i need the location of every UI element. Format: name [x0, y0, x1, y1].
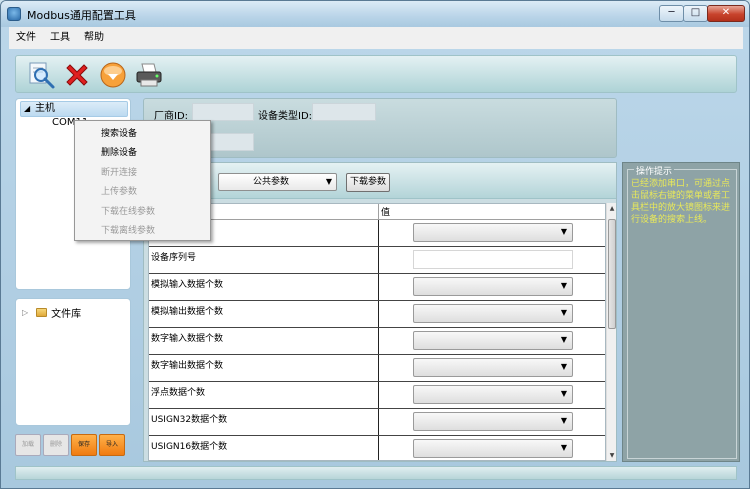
row-label: 模拟输入数据个数: [151, 280, 224, 290]
ctx-download-online-params: 下载在线参数: [101, 207, 156, 217]
row-label: USIGN16数据个数: [151, 442, 228, 452]
ctx-disconnect: 断开连接: [101, 168, 138, 178]
table-row: ▼: [149, 220, 605, 247]
hint-title: 操作提示: [634, 164, 675, 177]
ctx-delete-device[interactable]: 删除设备: [101, 145, 137, 158]
parameter-group-value: 公共参数: [253, 177, 290, 187]
device-info-panel: 厂商ID: 设备类型ID:: [143, 98, 617, 158]
printer-icon: [136, 63, 162, 87]
chevron-down-icon: ▼: [560, 443, 567, 452]
value-select[interactable]: ▼: [413, 277, 573, 296]
expand-arrow-icon[interactable]: ◢: [24, 102, 30, 116]
device-type-id-field: [312, 103, 376, 121]
scroll-down-icon[interactable]: ▼: [607, 452, 617, 459]
ctx-download-offline-params: 下载离线参数: [101, 226, 156, 236]
table-row: USIGN16数据个数 ▼: [149, 436, 605, 460]
parameter-group-select[interactable]: 公共参数 ▼: [218, 173, 337, 191]
table-row: 浮点数据个数 ▼: [149, 382, 605, 409]
title-bar: Modbus通用配置工具 ─ □ ✕: [1, 1, 749, 27]
chevron-down-icon: ▼: [560, 308, 567, 317]
chevron-down-icon: ▼: [560, 362, 567, 371]
menu-help[interactable]: 帮助: [77, 27, 111, 49]
chevron-down-icon: ▼: [560, 335, 567, 344]
tree-node-host-label: 主机: [35, 103, 55, 114]
value-select[interactable]: ▼: [413, 358, 573, 377]
parameter-grid: 值 ▼ 设备序列号 模拟输入数据个数 ▼ 模拟输出数据个数 ▼ 数字输入数据个数: [148, 203, 606, 461]
scrollbar-thumb[interactable]: [608, 219, 616, 329]
status-bar: [15, 466, 737, 480]
device-type-id-label: 设备类型ID:: [258, 111, 313, 122]
table-row: USIGN32数据个数 ▼: [149, 409, 605, 436]
row-label: 模拟输出数据个数: [151, 307, 224, 317]
table-row: 数字输入数据个数 ▼: [149, 328, 605, 355]
search-device-button[interactable]: [26, 60, 56, 90]
value-select[interactable]: ▼: [413, 412, 573, 431]
operation-hint-panel: 操作提示 已经添加串口，可通过点击鼠标右键的菜单或者工具栏中的放大镜图标来进行设…: [622, 162, 740, 462]
chevron-down-icon: ▼: [560, 416, 567, 425]
app-icon: [7, 7, 21, 21]
import-button[interactable]: 导入: [99, 434, 125, 456]
value-select[interactable]: ▼: [413, 331, 573, 350]
remove-button[interactable]: 删除: [43, 434, 69, 456]
vendor-id-field: [192, 103, 254, 121]
download-params-button[interactable]: 下载参数: [346, 173, 390, 192]
tree-node-library[interactable]: ▷ 文件库: [22, 305, 81, 320]
value-column-header: 值: [381, 208, 391, 218]
scroll-up-icon[interactable]: ▲: [607, 205, 617, 212]
row-label: USIGN32数据个数: [151, 415, 228, 425]
row-label: 设备序列号: [151, 253, 197, 263]
table-row: 设备序列号: [149, 247, 605, 274]
hint-text: 已经添加串口，可通过点击鼠标右键的菜单或者工具栏中的放大镜图标来进行设备的搜索上…: [631, 179, 731, 225]
delete-device-button[interactable]: [62, 60, 92, 90]
expand-arrow-icon[interactable]: ▷: [22, 308, 28, 317]
search-icon: [29, 62, 55, 89]
serial-number-input[interactable]: [413, 250, 573, 269]
save-button[interactable]: 保存: [71, 434, 97, 456]
app-window: Modbus通用配置工具 ─ □ ✕ 文件 工具 帮助 ◢ 主机 COM11 ▷…: [0, 0, 750, 489]
value-select[interactable]: ▼: [413, 223, 573, 242]
file-library-tree: ▷ 文件库: [15, 298, 131, 426]
upload-icon: [100, 62, 126, 88]
upload-button[interactable]: [98, 60, 128, 90]
ctx-search-device[interactable]: 搜索设备: [101, 126, 137, 139]
value-select[interactable]: ▼: [413, 439, 573, 458]
row-label: 数字输入数据个数: [151, 334, 224, 344]
ctx-upload-params: 上传参数: [101, 187, 138, 197]
maximize-button[interactable]: □: [683, 5, 708, 22]
tree-node-host[interactable]: ◢ 主机: [20, 101, 128, 117]
table-row: 模拟输入数据个数 ▼: [149, 274, 605, 301]
menu-tools[interactable]: 工具: [43, 27, 77, 49]
close-button[interactable]: ✕: [707, 5, 745, 22]
parameter-panel: 公共参数 ▼ 下载参数 值 ▼ 设备序列号 模拟输入数据个数 ▼ 模拟输出数据个…: [143, 162, 617, 462]
menu-bar: 文件 工具 帮助: [9, 27, 743, 49]
table-row: 模拟输出数据个数 ▼: [149, 301, 605, 328]
minimize-button[interactable]: ─: [659, 5, 684, 22]
delete-icon: [66, 64, 88, 86]
main-toolbar: [15, 55, 737, 93]
chevron-down-icon: ▼: [560, 281, 567, 290]
chevron-down-icon: ▼: [560, 227, 567, 236]
context-menu: 搜索设备 删除设备 断开连接 上传参数 下载在线参数 下载离线参数: [74, 120, 211, 241]
tree-node-library-label: 文件库: [51, 309, 82, 320]
grid-scrollbar[interactable]: ▲ ▼: [606, 203, 616, 461]
window-title: Modbus通用配置工具: [27, 9, 136, 22]
chevron-down-icon: ▼: [325, 177, 332, 186]
parameter-toolbar: 公共参数 ▼ 下载参数: [144, 163, 616, 199]
print-button[interactable]: [134, 60, 164, 90]
value-select[interactable]: ▼: [413, 385, 573, 404]
load-button[interactable]: 加载: [15, 434, 41, 456]
row-label: 浮点数据个数: [151, 388, 206, 398]
header-divider: [378, 204, 379, 220]
menu-file[interactable]: 文件: [9, 27, 43, 49]
value-select[interactable]: ▼: [413, 304, 573, 323]
hint-groupbox: 操作提示 已经添加串口，可通过点击鼠标右键的菜单或者工具栏中的放大镜图标来进行设…: [627, 164, 737, 459]
folder-icon: [36, 308, 48, 317]
chevron-down-icon: ▼: [560, 389, 567, 398]
table-row: 数字输出数据个数 ▼: [149, 355, 605, 382]
row-label: 数字输出数据个数: [151, 361, 224, 371]
